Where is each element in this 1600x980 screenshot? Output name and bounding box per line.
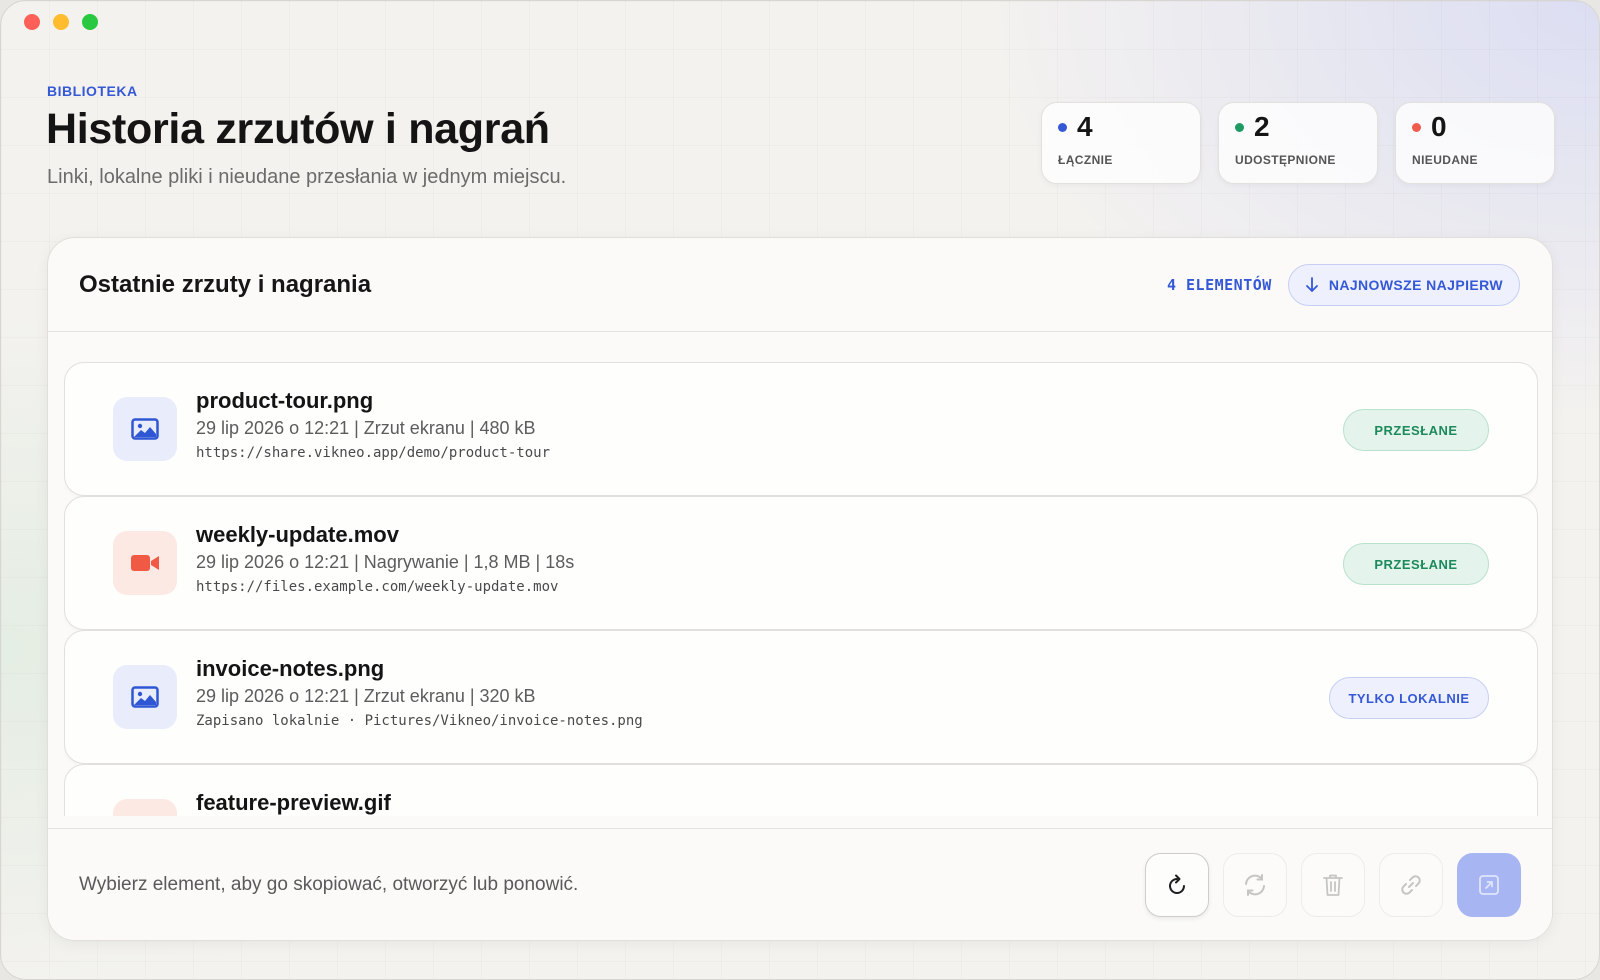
list-item[interactable]: product-tour.png 29 lip 2026 o 12:21 | Z… [64, 362, 1538, 496]
stat-value: 0 [1431, 111, 1447, 142]
status-badge: TYLKO LOKALNIE [1329, 677, 1489, 719]
window-controls [24, 14, 98, 30]
open-button[interactable] [1457, 852, 1521, 917]
history-panel: Ostatnie zrzuty i nagrania 4 ELEMENTÓW N… [47, 237, 1553, 941]
list-item[interactable]: feature-preview.gif [64, 764, 1538, 816]
copy-link-button[interactable] [1379, 852, 1443, 917]
maximize-window-button[interactable] [82, 14, 98, 30]
stat-label: UDOSTĘPNIONE [1235, 153, 1336, 167]
image-icon [131, 418, 159, 440]
stat-card-total: 4 ŁĄCZNIE [1041, 102, 1201, 184]
item-path: Zapisano lokalnie · Pictures/Vikneo/invo… [196, 713, 643, 729]
list-item[interactable]: invoice-notes.png 29 lip 2026 o 12:21 | … [64, 630, 1538, 764]
history-list[interactable]: product-tour.png 29 lip 2026 o 12:21 | Z… [64, 362, 1538, 816]
item-name: invoice-notes.png [196, 656, 385, 681]
stat-label: NIEUDANE [1412, 153, 1478, 167]
panel-footer: Wybierz element, aby go skopiować, otwor… [48, 828, 1552, 940]
thumbnail [113, 799, 177, 816]
status-dot-icon [1412, 122, 1421, 132]
link-icon [1401, 874, 1421, 895]
status-badge: PRZESŁANE [1343, 543, 1489, 585]
trash-icon [1323, 874, 1343, 896]
stat-value: 4 [1077, 111, 1093, 142]
thumbnail [113, 531, 177, 595]
sort-label: NAJNOWSZE NAJPIERW [1328, 276, 1503, 293]
image-icon [131, 686, 159, 708]
stat-card-shared: 2 UDOSTĘPNIONE [1218, 102, 1378, 184]
item-path: https://files.example.com/weekly-update.… [196, 579, 559, 595]
item-name: feature-preview.gif [196, 790, 391, 815]
item-name: weekly-update.mov [196, 522, 399, 547]
action-toolbar [1145, 852, 1521, 917]
page-subtitle: Linki, lokalne pliki i nieudane przesłan… [47, 166, 567, 188]
retry-button[interactable] [1223, 852, 1287, 917]
stat-card-failed: 0 NIEUDANE [1395, 102, 1555, 184]
item-path: https://share.vikneo.app/demo/product-to… [196, 445, 551, 461]
app-window: BIBLIOTEKA Historia zrzutów i nagrań Lin… [0, 0, 1600, 980]
list-item[interactable]: weekly-update.mov 29 lip 2026 o 12:21 | … [64, 496, 1538, 630]
section-eyebrow: BIBLIOTEKA [47, 83, 138, 99]
panel-header: Ostatnie zrzuty i nagrania 4 ELEMENTÓW N… [48, 238, 1552, 332]
minimize-window-button[interactable] [53, 14, 69, 30]
open-external-icon [1479, 874, 1499, 895]
item-name: product-tour.png [196, 388, 374, 413]
stats-group: 4 ŁĄCZNIE 2 UDOSTĘPNIONE 0 NIEUDANE [1041, 102, 1555, 184]
video-camera-icon [131, 555, 159, 571]
retry-icon [1245, 873, 1265, 896]
status-dot-icon [1058, 122, 1067, 132]
thumbnail [113, 665, 177, 729]
delete-button[interactable] [1301, 852, 1365, 917]
sort-button[interactable]: NAJNOWSZE NAJPIERW [1287, 263, 1520, 306]
status-dot-icon [1235, 122, 1244, 132]
stat-value: 2 [1254, 111, 1270, 142]
selection-hint: Wybierz element, aby go skopiować, otwor… [79, 873, 579, 895]
page-title: Historia zrzutów i nagrań [46, 105, 550, 153]
thumbnail [113, 397, 177, 461]
item-count: 4 ELEMENTÓW [1166, 275, 1272, 294]
stat-label: ŁĄCZNIE [1058, 153, 1113, 167]
item-meta: 29 lip 2026 o 12:21 | Zrzut ekranu | 480… [196, 418, 536, 438]
arrow-down-icon [1305, 276, 1318, 292]
close-window-button[interactable] [24, 14, 40, 30]
item-meta: 29 lip 2026 o 12:21 | Nagrywanie | 1,8 M… [196, 552, 575, 572]
status-badge: PRZESŁANE [1343, 409, 1489, 451]
refresh-button[interactable] [1145, 852, 1209, 917]
item-meta: 29 lip 2026 o 12:21 | Zrzut ekranu | 320… [196, 686, 536, 706]
refresh-icon [1169, 874, 1185, 894]
panel-title: Ostatnie zrzuty i nagrania [79, 270, 372, 298]
